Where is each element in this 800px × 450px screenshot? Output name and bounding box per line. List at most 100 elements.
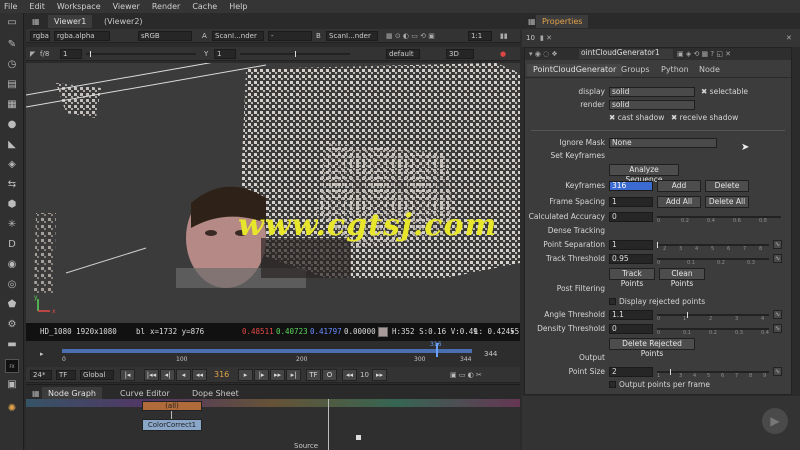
tab-node[interactable]: Node xyxy=(693,64,726,76)
ignore-mask-dropdown[interactable]: None xyxy=(609,138,717,148)
point-size-field[interactable]: 2 xyxy=(609,367,653,377)
tab-properties[interactable]: Properties xyxy=(536,15,589,28)
layer-select[interactable]: rgba.alpha xyxy=(54,31,110,41)
delete-keyframe-button[interactable]: Delete xyxy=(705,180,749,192)
point-size-anim-icon[interactable]: ∿ xyxy=(773,367,782,376)
selectable-checkbox[interactable]: ✖ selectable xyxy=(701,87,748,97)
image-tool-icon[interactable]: ▭ xyxy=(5,17,19,29)
angle-threshold-slider[interactable]: 0 1 2 3 4 xyxy=(657,309,769,322)
track-threshold-slider[interactable]: 0 0.1 0.2 0.3 xyxy=(657,253,769,266)
add-keyframe-button[interactable]: Add xyxy=(657,180,701,192)
wipe-select[interactable]: - xyxy=(268,31,312,41)
pause-icon[interactable]: ● xyxy=(500,49,506,59)
3d-tool-icon[interactable]: ⬢ xyxy=(5,199,19,211)
angle-threshold-field[interactable]: 1.1 xyxy=(609,310,653,320)
tab-viewer1[interactable]: Viewer1 xyxy=(48,15,93,28)
furnace-tool-icon[interactable]: ▬ xyxy=(5,339,19,351)
other-tool-icon[interactable]: ⚙ xyxy=(5,319,19,331)
viewer-settings-icon[interactable]: ▮▮ xyxy=(500,31,508,41)
tab-viewer2[interactable]: (Viewer2) xyxy=(98,15,149,28)
zoom-select[interactable]: 1:1 xyxy=(468,31,492,41)
plugin-tool-icon[interactable]: FX xyxy=(5,359,19,373)
display-rejected-checkbox[interactable]: Display rejected points xyxy=(609,297,705,307)
frame-spacing-field[interactable]: 1 xyxy=(609,197,653,207)
point-separation-field[interactable]: 1 xyxy=(609,240,653,250)
range-select[interactable]: Global xyxy=(80,370,114,380)
play-reverse-button[interactable]: ◂◂ xyxy=(192,369,207,381)
lock-icon[interactable]: ▮ ✕ xyxy=(540,33,552,43)
metadata-tool-icon[interactable]: ◎ xyxy=(5,279,19,291)
point-separation-slider[interactable]: 2 3 4 5 6 7 8 xyxy=(657,239,769,252)
loop-button[interactable]: O xyxy=(322,369,337,381)
gain-field[interactable]: 1 xyxy=(60,49,82,59)
keyframes-field[interactable]: 316 xyxy=(609,181,653,191)
delete-rejected-button[interactable]: Delete Rejected Points xyxy=(609,338,695,358)
menu-workspace[interactable]: Workspace xyxy=(57,2,101,11)
keyer-tool-icon[interactable]: ◣ xyxy=(5,139,19,151)
play-button[interactable]: ▸ xyxy=(238,369,253,381)
last-frame-button[interactable]: ▸| xyxy=(286,369,301,381)
track-points-button[interactable]: Track Points xyxy=(609,268,655,288)
node-dot[interactable] xyxy=(356,435,361,440)
draw-tool-icon[interactable]: ✎ xyxy=(5,39,19,51)
channel-tool-icon[interactable]: ▤ xyxy=(5,79,19,91)
cast-shadow-checkbox[interactable]: ✖ cast shadow xyxy=(609,113,664,123)
pane-menu-icon[interactable]: ▦ xyxy=(26,15,46,28)
fstop-value[interactable]: f/8 xyxy=(40,49,49,59)
tab-python[interactable]: Python xyxy=(655,64,695,76)
menu-file[interactable]: File xyxy=(4,2,17,11)
menu-edit[interactable]: Edit xyxy=(29,2,45,11)
color-tool-icon[interactable]: ▦ xyxy=(5,99,19,111)
timeline[interactable]: ▸ 316 0 100 200 300 344 344 xyxy=(26,341,520,367)
angle-threshold-anim-icon[interactable]: ∿ xyxy=(773,310,782,319)
particles-tool-icon[interactable]: ✳ xyxy=(5,219,19,231)
time-tool-icon[interactable]: ◷ xyxy=(5,59,19,71)
first-frame-button[interactable]: |◂◂ xyxy=(144,369,159,381)
node-graph[interactable]: (all) ColorCorrect1 Source xyxy=(26,399,520,450)
gamma-slider[interactable] xyxy=(240,48,350,60)
menu-render[interactable]: Render xyxy=(152,2,180,11)
tab-groups[interactable]: Groups xyxy=(615,64,656,76)
viewer-extra-icons[interactable]: ▣ ▭ ◐ ✂ xyxy=(450,370,482,380)
tab-pointcloudgenerator[interactable]: PointCloudGenerator xyxy=(527,64,623,76)
menu-viewer[interactable]: Viewer xyxy=(113,2,140,11)
point-cloud-view[interactable]: y x xyxy=(26,63,520,323)
viewer-lut-select[interactable]: default xyxy=(386,49,420,59)
view-mode-select[interactable]: 3D xyxy=(446,49,474,59)
toolsets-tool-icon[interactable]: ⬟ xyxy=(5,299,19,311)
step-back-button[interactable]: ◂◂ xyxy=(342,369,357,381)
node-name-field[interactable]: ointCloudGenerator1 xyxy=(579,49,673,59)
deep-tool-icon[interactable]: D xyxy=(5,239,19,251)
prev-frame-button[interactable]: ◂ xyxy=(176,369,191,381)
node-source[interactable]: Source xyxy=(294,441,318,450)
display-dropdown[interactable]: solid xyxy=(609,87,695,97)
density-threshold-anim-icon[interactable]: ∿ xyxy=(773,324,782,333)
receive-shadow-checkbox[interactable]: ✖ receive shadow xyxy=(671,113,738,123)
merge-tool-icon[interactable]: ◈ xyxy=(5,159,19,171)
point-separation-anim-icon[interactable]: ∿ xyxy=(773,240,782,249)
clear-panels-icon[interactable]: ✕ xyxy=(786,33,792,43)
gain-slider[interactable] xyxy=(86,48,196,60)
node-header-icons[interactable]: ▾ ◉ ◌ ❖ xyxy=(529,49,558,59)
node-header-tools[interactable]: ▣ ◈ ⟲ ▦ ? ◱ ✕ xyxy=(677,49,731,59)
timeline-track[interactable] xyxy=(62,349,472,353)
node-all[interactable]: (all) xyxy=(142,401,202,411)
density-threshold-slider[interactable]: 0 0.1 0.2 0.3 0.4 xyxy=(657,323,769,336)
fps-select[interactable]: 24* xyxy=(30,370,52,380)
tf-select[interactable]: TF xyxy=(56,370,76,380)
gamma-field[interactable]: 1 xyxy=(214,49,236,59)
delete-all-button[interactable]: Delete All xyxy=(705,196,749,208)
filter-tool-icon[interactable]: ● xyxy=(5,119,19,131)
step-field[interactable]: 10 xyxy=(360,370,369,380)
tf-button[interactable]: TF xyxy=(306,369,321,381)
add-all-button[interactable]: Add All xyxy=(657,196,701,208)
output-per-frame-checkbox[interactable]: Output points per frame xyxy=(609,380,710,390)
clean-points-button[interactable]: Clean Points xyxy=(659,268,705,288)
play-overlay-icon[interactable]: ▶ xyxy=(762,408,788,434)
point-size-slider[interactable]: 1 3 4 5 6 7 8 9 xyxy=(657,366,769,379)
track-threshold-anim-icon[interactable]: ∿ xyxy=(773,254,782,263)
node-colorcorrect[interactable]: ColorCorrect1 xyxy=(142,419,202,431)
menu-help[interactable]: Help xyxy=(229,2,247,11)
colorspace-select[interactable]: sRGB xyxy=(138,31,192,41)
step-forward-button[interactable]: ▸▸ xyxy=(372,369,387,381)
